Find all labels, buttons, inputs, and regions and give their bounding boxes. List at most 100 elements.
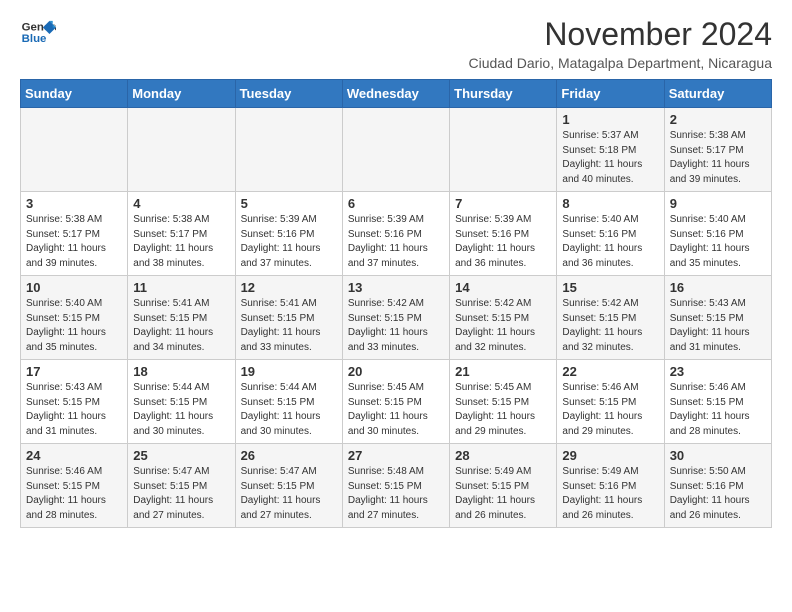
calendar-cell: 25Sunrise: 5:47 AM Sunset: 5:15 PM Dayli… (128, 444, 235, 528)
col-saturday: Saturday (664, 80, 771, 108)
calendar-cell: 8 Sunrise: 5:40 AM Sunset: 5:16 PM Daylig… (557, 192, 664, 276)
day-info: Sunrise: 5:43 AM Sunset: 5:15 PM Dayligh… (670, 297, 766, 355)
day-number: 27 (348, 448, 444, 463)
day-info: Sunrise: 5:44 AM Sunset: 5:15 PM Dayligh… (241, 381, 337, 439)
calendar-cell: 23Sunrise: 5:46 AM Sunset: 5:15 PM Dayli… (664, 360, 771, 444)
calendar-cell: 5 Sunrise: 5:39 AM Sunset: 5:16 PM Daylig… (235, 192, 342, 276)
day-number: 15 (562, 280, 658, 295)
calendar-cell: 15 Sunrise: 5:42 AM Sunset: 5:15 PM Dayli… (557, 276, 664, 360)
calendar-cell: 21Sunrise: 5:45 AM Sunset: 5:15 PM Dayli… (450, 360, 557, 444)
day-info: Sunrise: 5:42 AM Sunset: 5:15 PM Dayligh… (348, 297, 444, 355)
calendar-cell (342, 108, 449, 192)
col-monday: Monday (128, 80, 235, 108)
calendar-cell: 6 Sunrise: 5:39 AM Sunset: 5:16 PM Daylig… (342, 192, 449, 276)
calendar-cell: 1 Sunrise: 5:37 AM Sunset: 5:18 PM Daylig… (557, 108, 664, 192)
day-info: Sunrise: 5:48 AM Sunset: 5:15 PM Dayligh… (348, 465, 444, 523)
svg-text:Blue: Blue (22, 33, 47, 45)
day-number: 18 (133, 364, 229, 379)
day-info: Sunrise: 5:46 AM Sunset: 5:15 PM Dayligh… (26, 465, 122, 523)
calendar-cell: 19 Sunrise: 5:44 AM Sunset: 5:15 PM Dayli… (235, 360, 342, 444)
calendar-cell: 22 Sunrise: 5:46 AM Sunset: 5:15 PM Dayli… (557, 360, 664, 444)
day-info: Sunrise: 5:40 AM Sunset: 5:15 PM Dayligh… (26, 297, 122, 355)
day-info: Sunrise: 5:46 AM Sunset: 5:15 PM Dayligh… (562, 381, 658, 439)
calendar-body: 1 Sunrise: 5:37 AM Sunset: 5:18 PM Daylig… (21, 108, 772, 528)
day-info: Sunrise: 5:47 AM Sunset: 5:15 PM Dayligh… (133, 465, 229, 523)
calendar-cell: 29Sunrise: 5:49 AM Sunset: 5:16 PM Dayli… (557, 444, 664, 528)
calendar-cell: 2Sunrise: 5:38 AM Sunset: 5:17 PM Daylig… (664, 108, 771, 192)
day-info: Sunrise: 5:49 AM Sunset: 5:16 PM Dayligh… (562, 465, 658, 523)
day-number: 4 (133, 196, 229, 211)
subtitle: Ciudad Dario, Matagalpa Department, Nica… (469, 55, 773, 71)
col-thursday: Thursday (450, 80, 557, 108)
day-number: 22 (562, 364, 658, 379)
calendar-cell: 28Sunrise: 5:49 AM Sunset: 5:15 PM Dayli… (450, 444, 557, 528)
calendar-cell (450, 108, 557, 192)
logo-icon: General Blue (20, 16, 56, 52)
day-info: Sunrise: 5:37 AM Sunset: 5:18 PM Dayligh… (562, 129, 658, 187)
day-info: Sunrise: 5:42 AM Sunset: 5:15 PM Dayligh… (455, 297, 551, 355)
calendar-cell: 12Sunrise: 5:41 AM Sunset: 5:15 PM Dayli… (235, 276, 342, 360)
day-number: 19 (241, 364, 337, 379)
calendar-week-4: 17 Sunrise: 5:43 AM Sunset: 5:15 PM Dayli… (21, 360, 772, 444)
calendar-cell (21, 108, 128, 192)
day-number: 7 (455, 196, 551, 211)
day-number: 5 (241, 196, 337, 211)
page: General Blue November 2024 Ciudad Dario,… (0, 0, 792, 544)
calendar: Sunday Monday Tuesday Wednesday Thursday… (20, 79, 772, 528)
calendar-cell: 3Sunrise: 5:38 AM Sunset: 5:17 PM Daylig… (21, 192, 128, 276)
day-info: Sunrise: 5:41 AM Sunset: 5:15 PM Dayligh… (133, 297, 229, 355)
calendar-cell: 18 Sunrise: 5:44 AM Sunset: 5:15 PM Dayli… (128, 360, 235, 444)
day-info: Sunrise: 5:47 AM Sunset: 5:15 PM Dayligh… (241, 465, 337, 523)
day-info: Sunrise: 5:43 AM Sunset: 5:15 PM Dayligh… (26, 381, 122, 439)
day-number: 21 (455, 364, 551, 379)
day-number: 16 (670, 280, 766, 295)
col-tuesday: Tuesday (235, 80, 342, 108)
day-info: Sunrise: 5:44 AM Sunset: 5:15 PM Dayligh… (133, 381, 229, 439)
day-info: Sunrise: 5:45 AM Sunset: 5:15 PM Dayligh… (348, 381, 444, 439)
day-info: Sunrise: 5:39 AM Sunset: 5:16 PM Dayligh… (241, 213, 337, 271)
calendar-cell (128, 108, 235, 192)
day-number: 17 (26, 364, 122, 379)
day-info: Sunrise: 5:50 AM Sunset: 5:16 PM Dayligh… (670, 465, 766, 523)
calendar-cell: 17 Sunrise: 5:43 AM Sunset: 5:15 PM Dayli… (21, 360, 128, 444)
day-number: 9 (670, 196, 766, 211)
col-sunday: Sunday (21, 80, 128, 108)
calendar-cell: 9 Sunrise: 5:40 AM Sunset: 5:16 PM Daylig… (664, 192, 771, 276)
day-number: 6 (348, 196, 444, 211)
calendar-cell: 14 Sunrise: 5:42 AM Sunset: 5:15 PM Dayli… (450, 276, 557, 360)
col-friday: Friday (557, 80, 664, 108)
day-number: 28 (455, 448, 551, 463)
day-info: Sunrise: 5:42 AM Sunset: 5:15 PM Dayligh… (562, 297, 658, 355)
calendar-week-2: 3 Sunrise: 5:38 AM Sunset: 5:17 PM Daylig… (21, 192, 772, 276)
month-title: November 2024 (469, 16, 773, 53)
day-number: 23 (670, 364, 766, 379)
day-info: Sunrise: 5:38 AM Sunset: 5:17 PM Dayligh… (670, 129, 766, 187)
day-info: Sunrise: 5:40 AM Sunset: 5:16 PM Dayligh… (562, 213, 658, 271)
day-number: 14 (455, 280, 551, 295)
calendar-cell: 7 Sunrise: 5:39 AM Sunset: 5:16 PM Daylig… (450, 192, 557, 276)
day-info: Sunrise: 5:39 AM Sunset: 5:16 PM Dayligh… (348, 213, 444, 271)
title-block: November 2024 Ciudad Dario, Matagalpa De… (469, 16, 773, 71)
day-number: 1 (562, 112, 658, 127)
day-number: 3 (26, 196, 122, 211)
day-number: 8 (562, 196, 658, 211)
logo: General Blue (20, 16, 60, 52)
calendar-cell: 26 Sunrise: 5:47 AM Sunset: 5:15 PM Dayli… (235, 444, 342, 528)
day-info: Sunrise: 5:41 AM Sunset: 5:15 PM Dayligh… (241, 297, 337, 355)
calendar-cell: 24Sunrise: 5:46 AM Sunset: 5:15 PM Dayli… (21, 444, 128, 528)
calendar-cell: 16 Sunrise: 5:43 AM Sunset: 5:15 PM Dayli… (664, 276, 771, 360)
calendar-cell: 4 Sunrise: 5:38 AM Sunset: 5:17 PM Daylig… (128, 192, 235, 276)
day-info: Sunrise: 5:39 AM Sunset: 5:16 PM Dayligh… (455, 213, 551, 271)
header-row: Sunday Monday Tuesday Wednesday Thursday… (21, 80, 772, 108)
header: General Blue November 2024 Ciudad Dario,… (20, 16, 772, 71)
calendar-cell: 10Sunrise: 5:40 AM Sunset: 5:15 PM Dayli… (21, 276, 128, 360)
day-number: 13 (348, 280, 444, 295)
calendar-cell: 13 Sunrise: 5:42 AM Sunset: 5:15 PM Dayli… (342, 276, 449, 360)
day-info: Sunrise: 5:40 AM Sunset: 5:16 PM Dayligh… (670, 213, 766, 271)
day-info: Sunrise: 5:38 AM Sunset: 5:17 PM Dayligh… (133, 213, 229, 271)
calendar-cell: 11Sunrise: 5:41 AM Sunset: 5:15 PM Dayli… (128, 276, 235, 360)
calendar-header: Sunday Monday Tuesday Wednesday Thursday… (21, 80, 772, 108)
calendar-cell: 20Sunrise: 5:45 AM Sunset: 5:15 PM Dayli… (342, 360, 449, 444)
day-number: 26 (241, 448, 337, 463)
col-wednesday: Wednesday (342, 80, 449, 108)
